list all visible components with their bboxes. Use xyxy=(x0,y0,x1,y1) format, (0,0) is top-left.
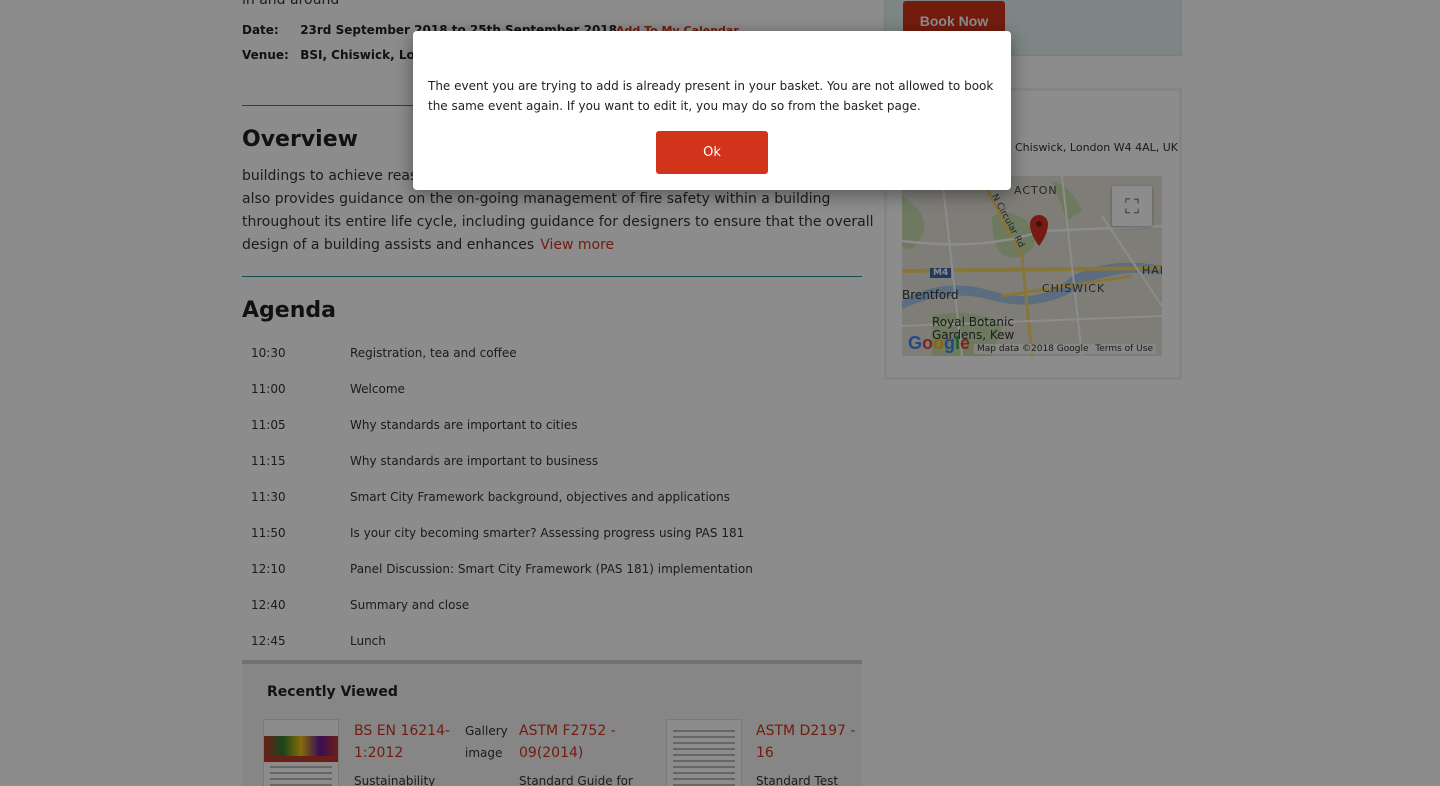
duplicate-event-dialog: The event you are trying to add is alrea… xyxy=(413,31,1011,190)
ok-button[interactable]: Ok xyxy=(656,131,768,174)
dialog-message: The event you are trying to add is alrea… xyxy=(428,79,994,113)
